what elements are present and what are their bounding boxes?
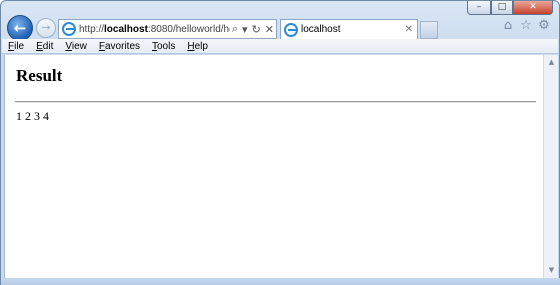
- menu-tools[interactable]: Tools: [152, 41, 175, 52]
- new-tab-button[interactable]: [420, 21, 438, 39]
- toolbar-icons: ⌂ ☆ ⚙: [501, 18, 551, 33]
- site-icon: [62, 22, 76, 36]
- menu-view[interactable]: View: [65, 41, 87, 52]
- favorites-star-icon[interactable]: ☆: [519, 18, 533, 33]
- window-controls: – □ ✕: [467, 1, 553, 15]
- result-numbers: 1 2 3 4: [16, 109, 49, 123]
- url-host: localhost: [104, 23, 148, 35]
- menu-file[interactable]: File: [8, 41, 24, 52]
- forward-button[interactable]: →: [36, 18, 56, 38]
- menu-favorites[interactable]: Favorites: [99, 41, 140, 52]
- divider: [15, 101, 536, 103]
- scroll-up-icon[interactable]: ▲: [544, 55, 559, 70]
- minimize-button[interactable]: –: [467, 1, 491, 15]
- browser-window: – □ ✕ ← → http://localhost:8080/hellowor…: [0, 0, 560, 285]
- page-title: Result: [16, 66, 63, 85]
- tab-title: localhost: [301, 24, 341, 35]
- url-prefix: http://: [79, 23, 105, 35]
- chevron-down-icon[interactable]: ▾: [240, 23, 250, 36]
- scroll-down-icon[interactable]: ▼: [544, 263, 559, 278]
- tab-site-icon: [284, 22, 298, 37]
- home-icon[interactable]: ⌂: [501, 18, 515, 33]
- menu-bar: File Edit View Favorites Tools Help: [2, 39, 558, 54]
- stop-icon[interactable]: ✕: [263, 23, 276, 36]
- menu-edit[interactable]: Edit: [36, 41, 53, 52]
- vertical-scrollbar[interactable]: ▲ ▼: [543, 55, 558, 278]
- address-bar[interactable]: http://localhost:8080/helloworld/home.js…: [58, 19, 277, 39]
- page-content: Result 1 2 3 4: [4, 55, 543, 278]
- gear-icon[interactable]: ⚙: [537, 18, 551, 33]
- refresh-icon[interactable]: ↻: [250, 23, 263, 36]
- back-button[interactable]: ←: [7, 15, 33, 41]
- url-text[interactable]: http://localhost:8080/helloworld/home.js…: [79, 24, 230, 35]
- url-rest: :8080/helloworld/home.jsf: [147, 23, 230, 35]
- tab-localhost[interactable]: localhost ✕: [280, 19, 418, 39]
- search-icon[interactable]: ⌕: [230, 22, 240, 36]
- menu-help[interactable]: Help: [187, 41, 208, 52]
- window-frame-bottom: [1, 278, 560, 285]
- maximize-button[interactable]: □: [491, 1, 513, 15]
- tab-close-icon[interactable]: ✕: [405, 24, 417, 35]
- close-window-button[interactable]: ✕: [513, 1, 553, 15]
